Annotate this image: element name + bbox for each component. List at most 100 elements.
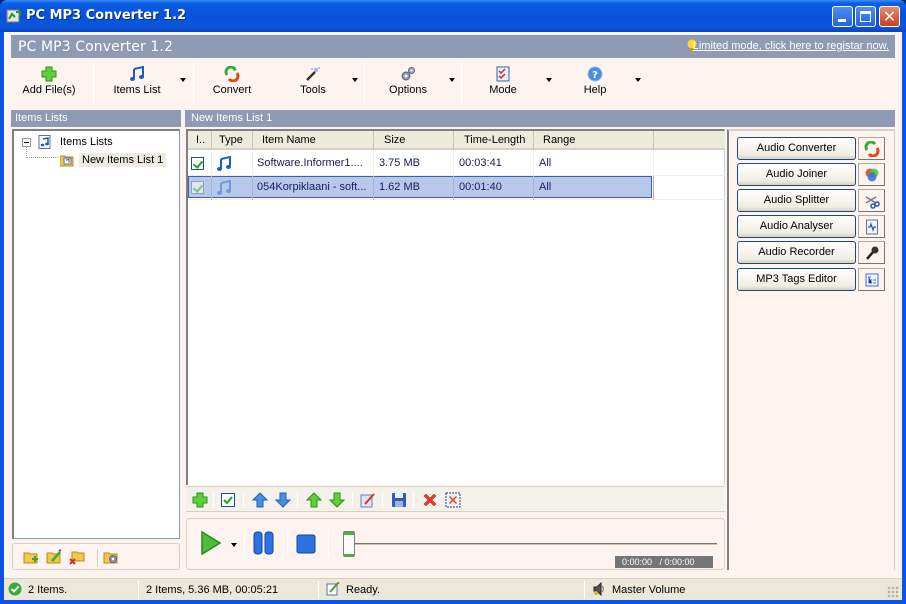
divider bbox=[243, 492, 244, 508]
notepad-icon bbox=[326, 582, 340, 596]
column-header-item-name[interactable]: Item Name bbox=[253, 131, 374, 150]
player-controls: 0:00:00 / 0:00:00 bbox=[186, 518, 725, 570]
audio-recorder-icon-button[interactable] bbox=[858, 241, 885, 264]
items-list-button[interactable]: Items List bbox=[107, 60, 167, 106]
add-files-button[interactable]: Add File(s) bbox=[17, 60, 81, 106]
divider bbox=[244, 529, 245, 557]
play-dropdown[interactable] bbox=[231, 543, 238, 547]
minimize-button[interactable] bbox=[832, 6, 853, 27]
check-icon[interactable] bbox=[220, 492, 236, 508]
collapse-icon[interactable] bbox=[22, 137, 31, 147]
help-dropdown[interactable] bbox=[635, 78, 642, 82]
audio-analyser-icon-button[interactable] bbox=[858, 215, 885, 238]
mode-button[interactable]: Mode bbox=[483, 60, 523, 106]
divider bbox=[138, 581, 139, 599]
checklist-icon bbox=[496, 66, 510, 82]
move-top-icon[interactable] bbox=[306, 492, 322, 508]
include-checkbox[interactable] bbox=[191, 181, 204, 194]
rename-list-icon[interactable] bbox=[46, 549, 62, 565]
mp3-tags-editor-button[interactable]: MP3 Tags Editor bbox=[737, 268, 856, 291]
audio-joiner-icon-button[interactable] bbox=[858, 163, 885, 186]
mode-dropdown[interactable] bbox=[546, 78, 553, 82]
maximize-icon bbox=[860, 11, 871, 22]
help-button[interactable]: ? Help bbox=[577, 60, 613, 106]
include-cell bbox=[188, 176, 212, 200]
audio-splitter-icon-button[interactable] bbox=[858, 189, 885, 212]
items-lists-tree[interactable]: Items Lists New Items List 1 bbox=[12, 129, 180, 539]
app-window: PC MP3 Converter 1.2 ✕ PC MP3 Converter … bbox=[0, 0, 906, 604]
column-header-size[interactable]: Size bbox=[374, 131, 454, 150]
client-area: PC MP3 Converter 1.2 Limited mode, click… bbox=[4, 32, 902, 600]
items-list-dropdown[interactable] bbox=[180, 78, 187, 82]
options-dropdown[interactable] bbox=[449, 78, 456, 82]
audio-splitter-button[interactable]: Audio Splitter bbox=[737, 189, 856, 212]
divider bbox=[413, 492, 414, 508]
toolbar-separator bbox=[193, 62, 194, 104]
stop-button[interactable] bbox=[296, 534, 316, 554]
move-up-icon[interactable] bbox=[252, 492, 268, 508]
convert-label: Convert bbox=[212, 84, 252, 96]
toolbar-separator bbox=[93, 62, 94, 104]
speaker-icon[interactable] bbox=[592, 582, 606, 596]
audio-converter-icon-button[interactable] bbox=[858, 137, 885, 160]
list-toolbar bbox=[186, 486, 725, 512]
divider bbox=[382, 492, 383, 508]
add-list-icon[interactable] bbox=[23, 549, 39, 565]
audio-file-icon bbox=[217, 156, 231, 171]
tools-panel: Audio Converter Audio Joiner Audio Split… bbox=[727, 129, 895, 570]
magic-wand-icon bbox=[306, 67, 320, 81]
add-icon[interactable] bbox=[192, 492, 208, 508]
move-bottom-icon[interactable] bbox=[329, 492, 345, 508]
convert-icon bbox=[864, 141, 880, 157]
convert-button[interactable]: Convert bbox=[207, 60, 257, 106]
column-header-time-length[interactable]: Time-Length bbox=[454, 131, 534, 150]
items-lists-header: Items Lists bbox=[11, 110, 181, 127]
audio-converter-button[interactable]: Audio Converter bbox=[737, 137, 856, 160]
title-bar[interactable]: PC MP3 Converter 1.2 ✕ bbox=[0, 0, 906, 32]
close-button[interactable]: ✕ bbox=[879, 6, 900, 27]
audio-joiner-button[interactable]: Audio Joiner bbox=[737, 163, 856, 186]
tree-item-root[interactable]: Items Lists bbox=[22, 134, 116, 150]
range-cell: All bbox=[534, 176, 654, 200]
banner-title: PC MP3 Converter 1.2 bbox=[18, 39, 173, 55]
range-cell: All bbox=[534, 152, 654, 176]
table-row[interactable]: Software.Informer1.... 3.75 MB 00:03:41 … bbox=[188, 152, 725, 176]
seek-slider-thumb[interactable] bbox=[343, 531, 355, 557]
master-volume-label[interactable]: Master Volume bbox=[612, 581, 685, 599]
audio-analyser-button[interactable]: Audio Analyser bbox=[737, 215, 856, 238]
register-link[interactable]: Limited mode, click here to registar now… bbox=[693, 40, 889, 52]
items-table[interactable]: I.. Type Item Name Size Time-Length Rang… bbox=[186, 129, 725, 485]
tags-icon bbox=[865, 273, 879, 287]
seek-track[interactable] bbox=[351, 543, 717, 545]
tools-dropdown[interactable] bbox=[352, 78, 359, 82]
gears-icon bbox=[401, 67, 415, 81]
time-display: 0:00:00 / 0:00:00 bbox=[615, 556, 713, 568]
edit-icon[interactable] bbox=[360, 492, 376, 508]
delete-list-icon[interactable] bbox=[69, 549, 85, 565]
close-icon: ✕ bbox=[882, 7, 897, 26]
move-down-icon[interactable] bbox=[275, 492, 291, 508]
options-button[interactable]: Options bbox=[383, 60, 433, 106]
window-title: PC MP3 Converter 1.2 bbox=[26, 8, 187, 23]
list-actions-bar bbox=[12, 543, 180, 570]
maximize-button[interactable] bbox=[855, 6, 876, 27]
delete-icon[interactable] bbox=[422, 492, 438, 508]
audio-recorder-button[interactable]: Audio Recorder bbox=[737, 241, 856, 264]
delete-all-icon[interactable] bbox=[445, 492, 461, 508]
tree-item-new-items-list-1[interactable]: New Items List 1 bbox=[60, 152, 167, 168]
items-list-header: New Items List 1 bbox=[185, 110, 895, 127]
table-row[interactable]: 054Korpiklaani - soft... 1.62 MB 00:01:4… bbox=[188, 176, 725, 200]
column-header-include[interactable]: I.. bbox=[188, 131, 212, 150]
mp3-tags-editor-icon-button[interactable] bbox=[858, 268, 885, 291]
resize-grip[interactable] bbox=[887, 586, 899, 598]
analyser-icon bbox=[866, 219, 878, 235]
item-name-cell: 054Korpiklaani - soft... bbox=[253, 176, 374, 200]
column-header-type[interactable]: Type bbox=[212, 131, 253, 150]
column-header-range[interactable]: Range bbox=[534, 131, 654, 150]
include-checkbox[interactable] bbox=[191, 157, 204, 170]
play-button[interactable] bbox=[200, 530, 222, 556]
pause-button[interactable] bbox=[253, 531, 275, 555]
list-settings-icon[interactable] bbox=[103, 549, 119, 565]
save-icon[interactable] bbox=[391, 492, 407, 508]
tools-button[interactable]: Tools bbox=[291, 60, 335, 106]
